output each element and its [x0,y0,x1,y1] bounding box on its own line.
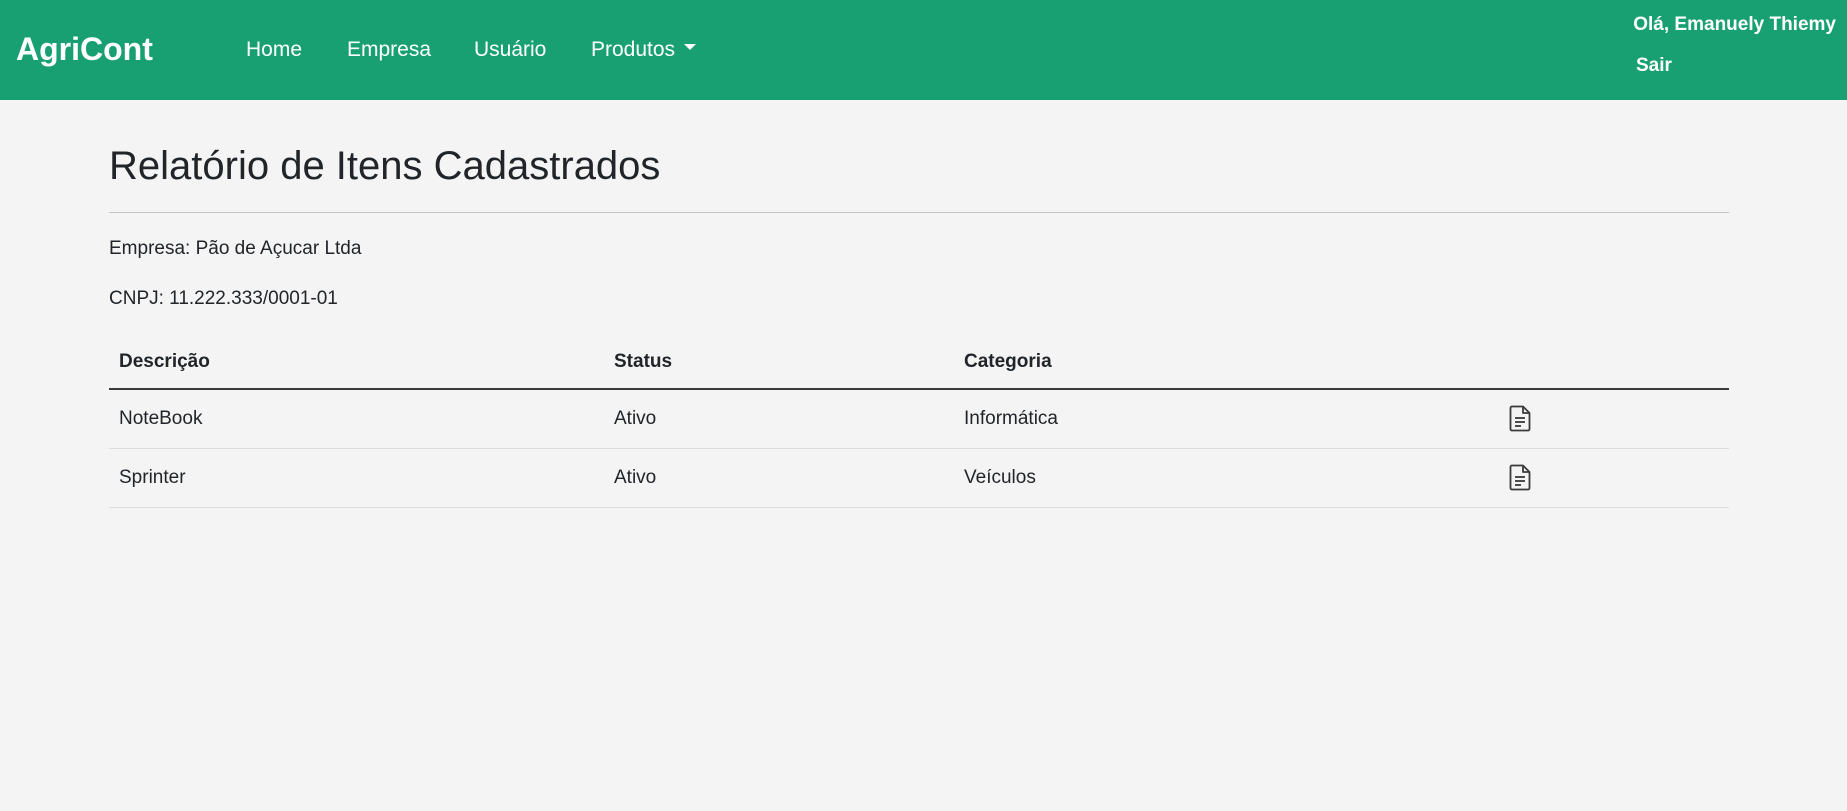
nav-home[interactable]: Home [246,36,302,64]
cell-status: Ativo [604,448,954,508]
cell-actions [1499,389,1729,449]
table-header-row: Descrição Status Categoria [109,337,1729,390]
document-icon[interactable] [1509,405,1531,432]
header-actions [1499,337,1729,390]
cell-actions [1499,448,1729,508]
company-cnpj: CNPJ: 11.222.333/0001-01 [109,288,338,309]
cell-description: NoteBook [109,389,604,449]
nav-produtos-label: Produtos [591,38,676,61]
cell-category: Informática [954,389,1499,449]
caret-down-icon [684,44,697,51]
cell-category: Veículos [954,448,1499,508]
items-table: Descrição Status Categoria NoteBook Ativ… [109,337,1729,508]
navbar: AgriCont Home Empresa Usuário Produtos O… [0,0,1847,100]
nav-produtos-dropdown[interactable]: Produtos [591,36,697,64]
nav-usuario[interactable]: Usuário [474,36,546,64]
header-status: Status [604,337,954,390]
cell-description: Sprinter [109,448,604,508]
title-divider [109,212,1729,213]
user-greeting: Olá, Emanuely Thiemy [1633,14,1836,35]
nav-empresa[interactable]: Empresa [347,36,431,64]
main-content: Relatório de Itens Cadastrados Empresa: … [109,100,1729,508]
header-description: Descrição [109,337,604,390]
brand-logo[interactable]: AgriCont [16,29,153,69]
document-icon[interactable] [1509,464,1531,491]
company-name: Empresa: Pão de Açucar Ltda [109,238,362,259]
page-title: Relatório de Itens Cadastrados [109,144,661,188]
logout-link[interactable]: Sair [1636,55,1672,77]
header-category: Categoria [954,337,1499,390]
table-row: NoteBook Ativo Informática [109,389,1729,449]
cell-status: Ativo [604,389,954,449]
table-row: Sprinter Ativo Veículos [109,448,1729,508]
